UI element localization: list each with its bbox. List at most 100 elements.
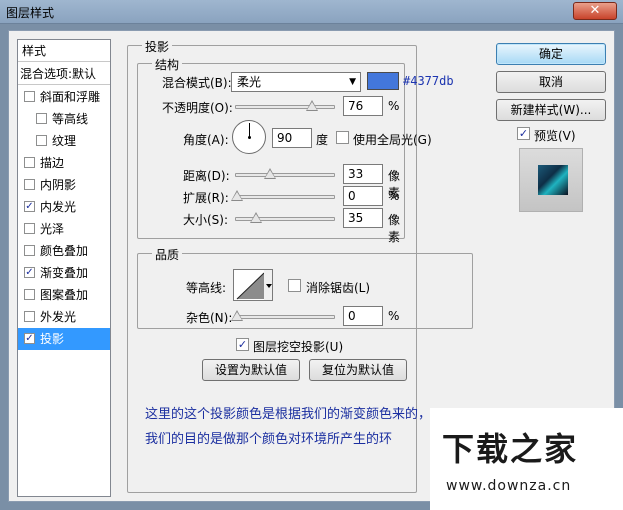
drop-shadow-group: 投影 结构 混合模式(B): 柔光 ▼ #4377db 不透明度(O): 76 %… [127,38,473,493]
style-item[interactable]: 外发光 [18,306,110,328]
size-slider-thumb[interactable] [250,212,262,223]
style-item-label: 颜色叠加 [40,244,89,258]
opacity-slider[interactable] [235,100,335,111]
angle-unit: 度 [316,133,329,147]
distance-slider-thumb[interactable] [264,168,276,179]
style-item[interactable]: 光泽 [18,218,110,240]
style-item-checkbox[interactable] [24,245,35,256]
size-input[interactable]: 35 [343,208,383,228]
style-item-checkbox[interactable] [36,113,47,124]
spread-slider[interactable] [231,190,335,201]
knockout-label: 图层挖空投影(U) [253,340,344,354]
contour-picker[interactable] [233,269,273,301]
style-item[interactable]: 斜面和浮雕 [18,86,110,108]
distance-slider[interactable] [235,168,335,179]
ok-button[interactable]: 确定 [496,43,606,65]
noise-slider[interactable] [231,310,335,321]
watermark: 下载之家 www.downza.cn [430,408,623,510]
style-item[interactable]: 描边 [18,152,110,174]
anti-alias-label: 消除锯齿(L) [306,281,371,295]
anti-alias-checkbox[interactable] [288,279,301,292]
global-light-checkbox[interactable] [336,131,349,144]
shadow-color-swatch[interactable] [367,72,399,90]
blend-mode-select[interactable]: 柔光 ▼ [231,72,361,92]
style-item-checkbox[interactable]: ✓ [24,267,35,278]
angle-input[interactable]: 90 [272,128,312,148]
close-button[interactable]: ✕ [573,2,617,20]
quality-title: 品质 [152,246,183,263]
dropdown-arrow-icon: ▼ [349,77,356,87]
style-item-label: 斜面和浮雕 [40,90,101,104]
structure-title: 结构 [152,56,183,73]
noise-unit: % [388,309,400,323]
style-item-label: 内阴影 [40,178,77,192]
spread-input[interactable]: 0 [343,186,383,206]
reset-default-button[interactable]: 复位为默认值 [309,359,407,381]
style-item-checkbox[interactable] [24,157,35,168]
new-style-button[interactable]: 新建样式(W)... [496,99,606,121]
contour-label: 等高线: [186,281,227,295]
preview-label: 预览(V) [534,129,576,143]
make-default-button[interactable]: 设置为默认值 [202,359,300,381]
distance-input[interactable]: 33 [343,164,383,184]
spread-label: 扩展(R): [183,191,229,205]
blend-options-item[interactable]: 混合选项:默认 [18,63,110,85]
size-label: 大小(S): [183,213,229,227]
style-item-label: 纹理 [52,134,77,148]
style-item[interactable]: ✓ 投影 [18,328,110,350]
watermark-title: 下载之家 [442,430,579,468]
spread-slider-thumb[interactable] [231,190,243,201]
opacity-input[interactable]: 76 [343,96,383,116]
styles-header[interactable]: 样式 [18,40,110,62]
style-item-checkbox[interactable] [24,179,35,190]
noise-label: 杂色(N): [186,311,233,325]
style-item[interactable]: 等高线 [18,108,110,130]
style-item-label: 外发光 [40,310,77,324]
angle-dial[interactable] [232,120,266,154]
style-list: 样式 混合选项:默认 斜面和浮雕等高线纹理描边内阴影 ✓ 内发光光泽颜色叠加 ✓ 渐变叠… [17,39,111,497]
noise-input[interactable]: 0 [343,306,383,326]
style-item-checkbox[interactable]: ✓ [24,333,35,344]
window-title: 图层样式 [6,6,55,20]
spread-unit: % [388,189,400,203]
style-item-checkbox[interactable] [24,311,35,322]
title-bar: 图层样式 ✕ [0,0,623,24]
style-item-checkbox[interactable] [24,91,35,102]
watermark-url: www.downza.cn [446,478,572,494]
annotation-line-2: 我们的目的是做那个颜色对环境所产生的环 [145,432,393,447]
style-preview [519,148,583,212]
quality-group: 品质 等高线: 消除锯齿(L) 杂色(N): 0 % [137,246,473,329]
size-slider[interactable] [235,212,335,223]
style-item[interactable]: ✓ 内发光 [18,196,110,218]
style-item[interactable]: 内阴影 [18,174,110,196]
knockout-checkbox[interactable]: ✓ [236,338,249,351]
style-item-label: 投影 [40,332,65,346]
structure-group: 结构 混合模式(B): 柔光 ▼ #4377db 不透明度(O): 76 % 角度… [137,56,454,244]
style-item-label: 内发光 [40,200,77,214]
drop-shadow-title: 投影 [142,38,173,55]
preview-tile [538,165,568,195]
style-item[interactable]: 纹理 [18,130,110,152]
opacity-unit: % [388,99,400,113]
style-item-checkbox[interactable] [36,135,47,146]
style-item-label: 图案叠加 [40,288,89,302]
cancel-button[interactable]: 取消 [496,71,606,93]
style-item-label: 光泽 [40,222,65,236]
angle-label: 角度(A): [183,133,229,147]
style-item-checkbox[interactable] [24,223,35,234]
style-item-checkbox[interactable]: ✓ [24,201,35,212]
style-item-checkbox[interactable] [24,289,35,300]
blend-mode-label: 混合模式(B): [162,76,232,90]
style-item[interactable]: 图案叠加 [18,284,110,306]
close-icon: ✕ [589,3,601,18]
distance-label: 距离(D): [183,169,230,183]
contour-curve-icon [236,270,272,300]
noise-slider-thumb[interactable] [231,310,243,321]
opacity-slider-thumb[interactable] [306,100,318,111]
style-item-label: 渐变叠加 [40,266,89,280]
style-item-label: 描边 [40,156,65,170]
style-item[interactable]: 颜色叠加 [18,240,110,262]
style-item[interactable]: ✓ 渐变叠加 [18,262,110,284]
preview-checkbox[interactable]: ✓ [517,127,530,140]
annotation-line-1: 这里的这个投影颜色是根据我们的渐变颜色来的， [145,407,432,422]
